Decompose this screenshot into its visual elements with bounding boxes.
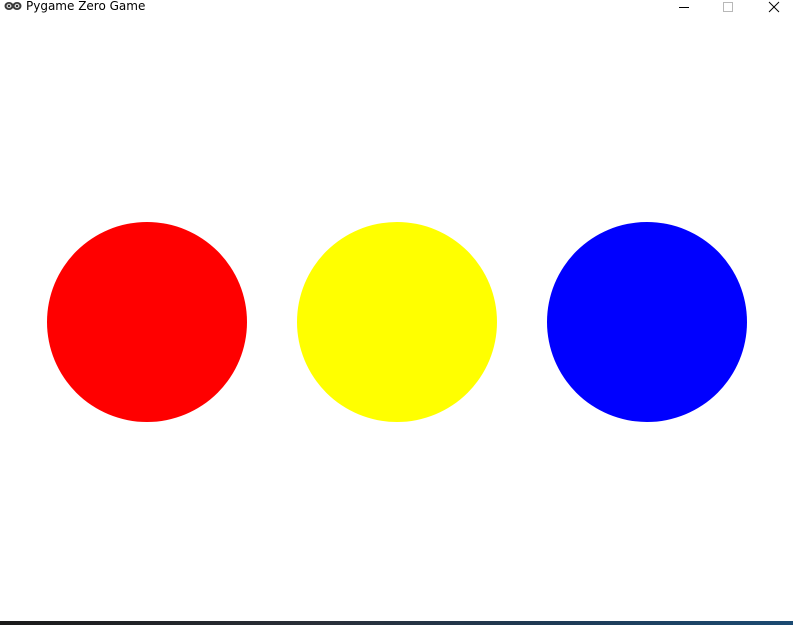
title-bar[interactable]: Pygame Zero Game [0, 0, 793, 14]
red-circle [47, 222, 247, 422]
blue-circle [547, 222, 747, 422]
minimize-button[interactable] [661, 0, 707, 14]
game-canvas[interactable] [0, 14, 793, 621]
game-window: Pygame Zero Game [0, 0, 793, 625]
maximize-button[interactable] [705, 0, 751, 14]
close-button[interactable] [751, 0, 793, 14]
maximize-icon [723, 2, 733, 12]
minimize-icon [679, 7, 689, 8]
close-icon [768, 1, 780, 13]
yellow-circle [297, 222, 497, 422]
window-bottom-edge [0, 621, 793, 625]
game-scene [47, 222, 747, 422]
pygame-snake-icon [4, 2, 22, 10]
window-title: Pygame Zero Game [26, 0, 146, 13]
